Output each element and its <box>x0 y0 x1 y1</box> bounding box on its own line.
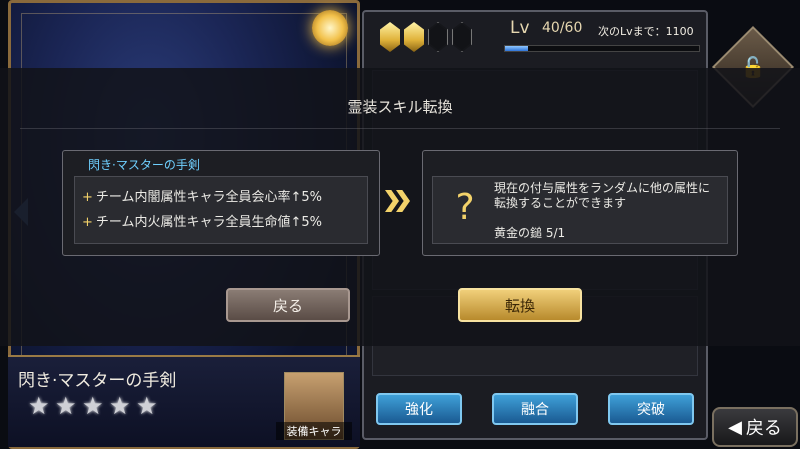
modal-back-button[interactable]: 戻る <box>226 288 350 322</box>
star-icon: ★ <box>109 392 131 420</box>
enhance-button[interactable]: 強化 <box>376 393 462 425</box>
star-icon: ★ <box>82 392 104 420</box>
next-level-text: 次のLvまで：1100 <box>598 25 694 38</box>
star-icon: ★ <box>28 392 50 420</box>
equip-chara-label: 装備キャラ <box>276 422 352 440</box>
card-name: 閃き·マスターの手剣 <box>18 371 177 391</box>
gem-filled-icon <box>380 22 400 52</box>
question-mark-icon: ? <box>455 187 475 228</box>
gem-empty-icon <box>428 22 448 52</box>
title-divider <box>20 128 780 129</box>
fuse-button[interactable]: 融合 <box>492 393 578 425</box>
rarity-stars: ★ ★ ★ ★ ★ <box>28 394 160 418</box>
gem-filled-icon <box>404 22 424 52</box>
skill-effect-line: + チーム内闇属性キャラ全員会心率↑5% <box>82 190 323 205</box>
double-chevron-right-icon <box>385 190 413 212</box>
skill-name: 閃き·マスターの手剣 <box>88 158 200 172</box>
required-item-count: 黄金の鎚 5/1 <box>494 226 566 240</box>
star-icon: ★ <box>136 392 158 420</box>
modal-title: 霊装スキル転換 <box>347 98 453 116</box>
back-arrow-icon: ◀ <box>728 416 742 438</box>
exp-progress-bar <box>504 45 700 52</box>
gem-empty-icon <box>452 22 472 52</box>
action-tabs: 強化 融合 突破 <box>370 393 704 433</box>
level-value: 40/60 <box>542 20 583 36</box>
main-back-label: 戻る <box>745 418 782 439</box>
level-bar: Lv 40/60 次のLvまで：1100 <box>376 16 702 56</box>
breakthrough-button[interactable]: 突破 <box>608 393 694 425</box>
convert-button[interactable]: 転換 <box>458 288 582 322</box>
sun-emblem-icon <box>312 10 348 46</box>
exp-progress-fill <box>505 46 529 51</box>
plus-icon: + <box>82 215 93 230</box>
level-label: Lv <box>510 18 530 38</box>
plus-icon: + <box>82 190 93 205</box>
conversion-description: 現在の付与属性をランダムに他の属性に転換することができます <box>494 181 711 210</box>
main-back-button[interactable]: ◀ 戻る <box>712 407 798 447</box>
skill-effect-line: + チーム内火属性キャラ全員生命値↑5% <box>82 215 323 230</box>
star-icon: ★ <box>55 392 77 420</box>
